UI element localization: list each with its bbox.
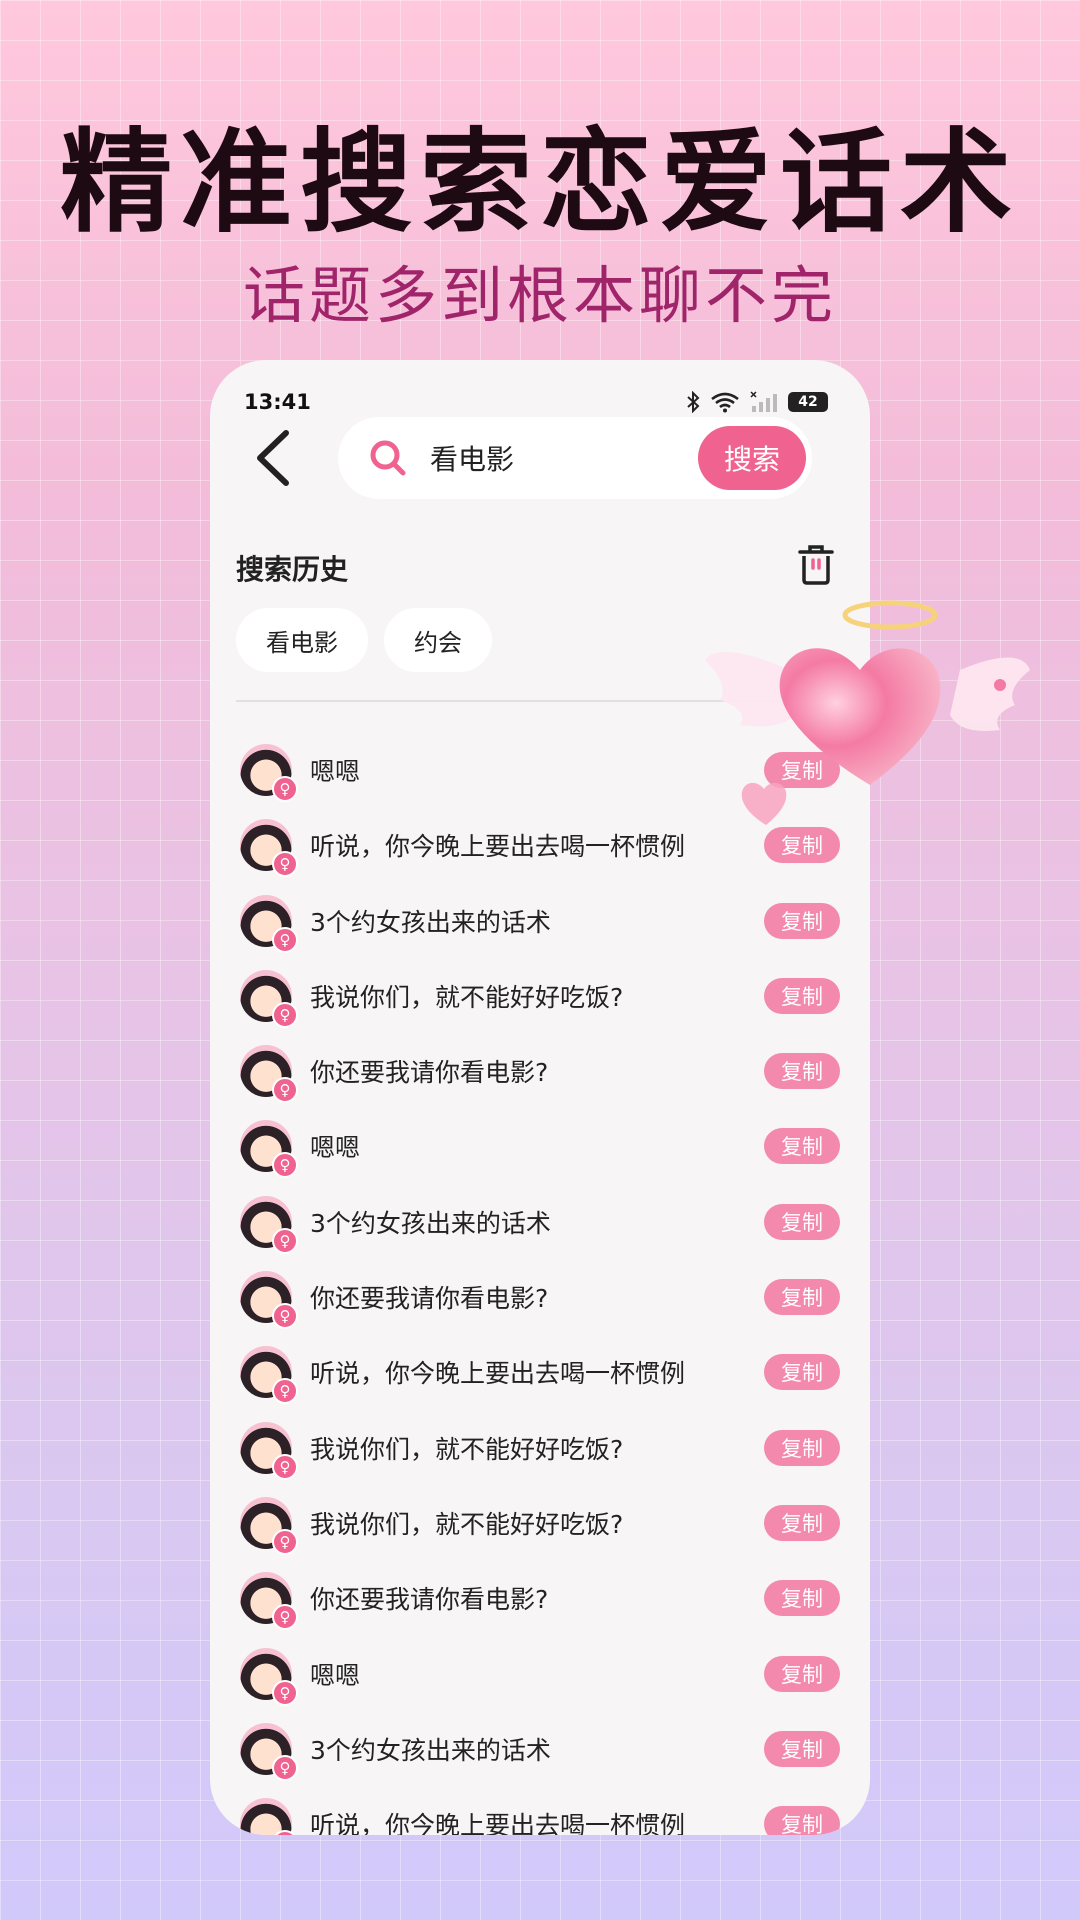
female-icon: ♀ — [272, 926, 298, 953]
search-button[interactable]: 搜索 — [698, 426, 806, 490]
list-item: ♀ 嗯嗯 复制 — [210, 738, 870, 813]
female-icon: ♀ — [272, 1152, 298, 1179]
phrase-text: 3个约女孩出来的话术 — [310, 1735, 551, 1765]
status-bar: 13:41 42 — [210, 382, 870, 422]
avatar: ♀ — [240, 969, 298, 1028]
history-chip[interactable]: 看电影 — [236, 608, 368, 672]
phrase-text: 3个约女孩出来的话术 — [310, 1208, 551, 1238]
female-icon: ♀ — [272, 1378, 298, 1405]
female-icon: ♀ — [272, 1303, 298, 1330]
female-icon: ♀ — [272, 1679, 298, 1706]
search-history-title: 搜索历史 — [236, 553, 349, 586]
search-nav: 看电影 搜索 — [210, 417, 870, 499]
list-item: ♀ 3个约女孩出来的话术 复制 — [210, 1717, 870, 1792]
copy-button[interactable]: 复制 — [764, 977, 840, 1014]
phrase-text: 我说你们，就不能好好吃饭? — [310, 982, 624, 1012]
avatar: ♀ — [240, 1798, 298, 1835]
female-icon: ♀ — [272, 1754, 298, 1781]
battery-icon: 42 — [788, 392, 828, 412]
avatar: ♀ — [240, 1722, 298, 1781]
list-item: ♀ 听说，你今晚上要出去喝一杯惯例 复制 — [210, 813, 870, 888]
copy-button[interactable]: 复制 — [764, 1279, 840, 1316]
avatar: ♀ — [240, 1120, 298, 1179]
copy-button[interactable]: 复制 — [764, 902, 840, 939]
avatar: ♀ — [240, 1421, 298, 1480]
list-item: ♀ 我说你们，就不能好好吃饭? 复制 — [210, 1416, 870, 1491]
search-icon — [370, 440, 406, 476]
copy-button[interactable]: 复制 — [764, 1730, 840, 1767]
female-icon: ♀ — [272, 776, 298, 802]
copy-button[interactable]: 复制 — [764, 1655, 840, 1692]
copy-button[interactable]: 复制 — [764, 1354, 840, 1391]
phrase-text: 你还要我请你看电影? — [310, 1585, 549, 1615]
copy-button[interactable]: 复制 — [764, 1580, 840, 1617]
female-icon: ♀ — [272, 1528, 298, 1555]
copy-button[interactable]: 复制 — [764, 1203, 840, 1240]
status-time: 13:41 — [244, 390, 311, 414]
signal-icon — [750, 391, 777, 412]
list-item: ♀ 你还要我请你看电影? 复制 — [210, 1039, 870, 1114]
avatar: ♀ — [240, 1271, 298, 1330]
phrase-text: 我说你们，就不能好好吃饭? — [310, 1509, 624, 1539]
copy-button[interactable]: 复制 — [764, 1053, 840, 1090]
female-icon: ♀ — [272, 1077, 298, 1104]
list-item: ♀ 听说，你今晚上要出去喝一杯惯例 复制 — [210, 1340, 870, 1415]
trash-icon[interactable] — [796, 542, 836, 586]
avatar: ♀ — [240, 1045, 298, 1104]
phrase-text: 嗯嗯 — [310, 757, 361, 786]
female-icon: ♀ — [272, 1830, 298, 1835]
phone-screen: 13:41 42 看电影 搜索 搜索历史 看电影 约会 ♀ 嗯嗯 复制 ♀ 听说… — [210, 360, 870, 1835]
phrase-text: 我说你们，就不能好好吃饭? — [310, 1434, 624, 1464]
bluetooth-icon — [687, 391, 700, 413]
female-icon: ♀ — [272, 1227, 298, 1254]
copy-button[interactable]: 复制 — [764, 1429, 840, 1466]
phrase-text: 3个约女孩出来的话术 — [310, 907, 551, 937]
promo-headline: 精准搜索恋爱话术 — [60, 118, 1020, 248]
female-icon: ♀ — [272, 851, 298, 878]
avatar: ♀ — [240, 894, 298, 953]
phrase-text: 听说，你今晚上要出去喝一杯惯例 — [310, 832, 686, 862]
back-icon[interactable] — [250, 429, 300, 487]
copy-button[interactable]: 复制 — [764, 752, 840, 788]
list-item: ♀ 听说，你今晚上要出去喝一杯惯例 复制 — [210, 1792, 870, 1835]
phrase-text: 听说，你今晚上要出去喝一杯惯例 — [310, 1359, 686, 1389]
copy-button[interactable]: 复制 — [764, 1128, 840, 1165]
history-chip[interactable]: 约会 — [384, 608, 492, 672]
wifi-icon — [711, 392, 739, 413]
phrase-text: 嗯嗯 — [310, 1133, 361, 1163]
avatar: ♀ — [240, 744, 298, 802]
avatar: ♀ — [240, 819, 298, 878]
result-list: ♀ 嗯嗯 复制 ♀ 听说，你今晚上要出去喝一杯惯例 复制 ♀ 3个约女孩出来的话术 复制 ♀ 我说你… — [210, 738, 870, 1835]
list-item: ♀ 嗯嗯 复制 — [210, 1114, 870, 1189]
phrase-text: 你还要我请你看电影? — [310, 1058, 549, 1088]
history-chips: 看电影 约会 — [236, 608, 492, 672]
avatar: ♀ — [240, 1572, 298, 1631]
promo-subline: 话题多到根本聊不完 — [242, 259, 837, 332]
phrase-text: 听说，你今晚上要出去喝一杯惯例 — [310, 1811, 686, 1835]
female-icon: ♀ — [272, 1604, 298, 1631]
copy-button[interactable]: 复制 — [764, 1806, 840, 1835]
search-input[interactable]: 看电影 搜索 — [338, 417, 812, 499]
list-item: ♀ 3个约女孩出来的话术 复制 — [210, 889, 870, 964]
list-item: ♀ 你还要我请你看电影? 复制 — [210, 1566, 870, 1641]
avatar: ♀ — [240, 1647, 298, 1706]
female-icon: ♀ — [272, 1001, 298, 1028]
list-item: ♀ 3个约女孩出来的话术 复制 — [210, 1190, 870, 1265]
divider — [236, 700, 844, 702]
avatar: ♀ — [240, 1346, 298, 1405]
list-item: ♀ 嗯嗯 复制 — [210, 1642, 870, 1717]
copy-button[interactable]: 复制 — [764, 827, 840, 864]
avatar: ♀ — [240, 1496, 298, 1555]
list-item: ♀ 你还要我请你看电影? 复制 — [210, 1265, 870, 1340]
female-icon: ♀ — [272, 1453, 298, 1480]
copy-button[interactable]: 复制 — [764, 1504, 840, 1541]
phrase-text: 你还要我请你看电影? — [310, 1284, 549, 1314]
search-query[interactable]: 看电影 — [430, 438, 514, 478]
list-item: ♀ 我说你们，就不能好好吃饭? 复制 — [210, 1491, 870, 1566]
list-item: ♀ 我说你们，就不能好好吃饭? 复制 — [210, 964, 870, 1039]
status-icons: 42 — [686, 391, 828, 413]
phrase-text: 嗯嗯 — [310, 1660, 361, 1690]
avatar: ♀ — [240, 1195, 298, 1254]
